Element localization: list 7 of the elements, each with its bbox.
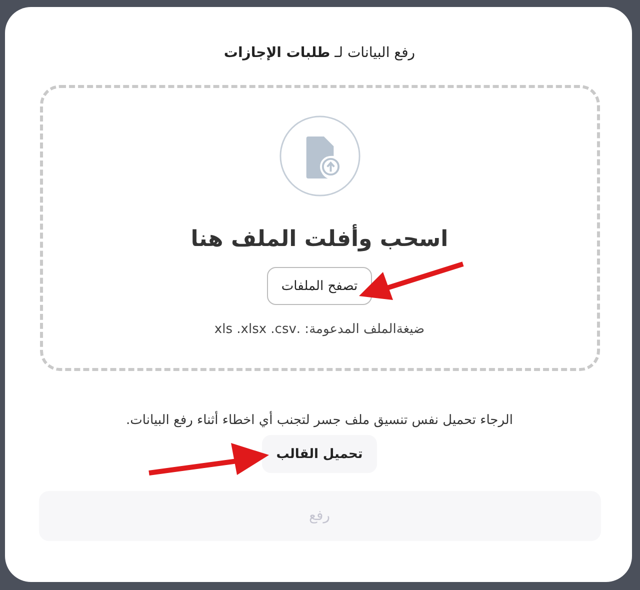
file-upload-icon (278, 115, 360, 197)
supported-formats-text: ضيغةالملف المدعومة: .xls .xlsx .csv (214, 322, 425, 337)
note-text: الرجاء تحميل نفس تنسيق ملف جسر لتجنب أي اخطاء أثناء رفع البيانات. (126, 413, 513, 428)
dialog-title: رفع البيانات لـ طلبات الإجازات (224, 45, 416, 63)
drop-zone[interactable]: اسحب وأفلت الملف هنا تصفح الملفات ضيغةالملف المدعومة: .xls .xlsx .csv (40, 85, 600, 371)
browse-files-button[interactable]: تصفح الملفات (267, 267, 372, 305)
download-template-button[interactable]: تحميل القالب (262, 435, 377, 473)
